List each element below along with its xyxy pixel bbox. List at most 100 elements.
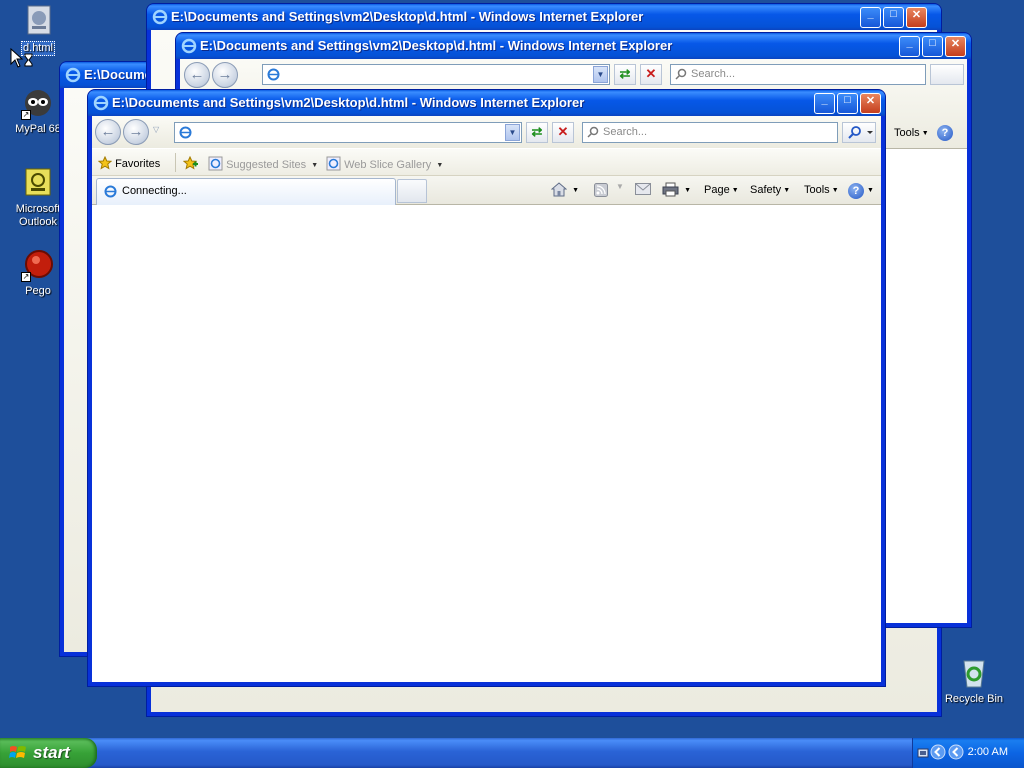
home-icon [550, 182, 568, 197]
home-button[interactable]: ▼ [550, 182, 579, 200]
window-title: E:\Documents and Settings\vm2\Desktop\d.… [171, 9, 644, 24]
ie-logo-icon [152, 9, 168, 25]
safety-menu-label: Safety [750, 184, 782, 196]
title-bar[interactable]: E:\Documents and Settings\vm2\Desktop\d.… [88, 90, 885, 116]
network-tray-icon[interactable] [917, 747, 929, 762]
maximize-button[interactable]: □ [883, 7, 904, 28]
ie-page-icon [178, 125, 193, 140]
refresh-button[interactable]: ⇄ [614, 64, 636, 85]
print-button[interactable]: ▼ [662, 182, 691, 200]
ie-logo-icon [65, 67, 81, 83]
web-slice-gallery-label: Web Slice Gallery [344, 159, 432, 171]
mail-icon [635, 183, 651, 195]
chevron-down-icon: ▼ [572, 187, 579, 194]
ie-window-active[interactable]: E:\Documents and Settings\vm2\Desktop\d.… [88, 90, 885, 686]
ie-page-icon [266, 67, 281, 82]
address-bar[interactable]: ▼ [174, 122, 522, 143]
forward-button[interactable]: → [123, 119, 149, 145]
favorites-label: Favorites [115, 158, 161, 170]
feeds-button[interactable] [594, 183, 608, 200]
address-dropdown-button[interactable]: ▼ [593, 66, 608, 83]
back-button[interactable]: ← [95, 119, 121, 145]
desktop-icon-label: MyPal 68 [15, 123, 61, 135]
tools-menu-label: Tools [804, 184, 830, 196]
search-input[interactable]: Search... [582, 122, 838, 143]
ie-page-icon [208, 156, 223, 171]
show-hidden-icons-icon[interactable] [948, 744, 964, 763]
search-placeholder: Search... [603, 126, 648, 138]
minimize-button[interactable]: _ [814, 93, 835, 114]
search-placeholder: Search... [691, 68, 736, 80]
add-to-favorites-bar-button[interactable] [182, 155, 199, 170]
back-button[interactable]: ← [184, 62, 210, 88]
page-menu[interactable]: Page ▼ [704, 184, 739, 196]
chevron-down-icon: ▼ [831, 187, 839, 194]
html-file-icon [21, 4, 55, 38]
read-mail-button[interactable] [635, 183, 651, 198]
tools-menu[interactable]: Tools ▼ [894, 127, 929, 139]
chevron-down-icon: ▼ [921, 130, 929, 137]
taskbar: start 2:00 AM [0, 738, 1024, 768]
shortcut-arrow-icon: ↗ [21, 110, 31, 120]
search-go-button[interactable] [930, 64, 964, 85]
start-label: start [33, 743, 70, 762]
window-title: E:\Documents and Settings\vm2\Desktop\d.… [112, 95, 585, 110]
feeds-dropdown-icon[interactable]: ▼ [616, 182, 624, 191]
ie-logo-icon [93, 95, 109, 111]
add-favorite-star-icon [182, 155, 198, 170]
search-input[interactable]: Search... [670, 64, 926, 85]
close-button[interactable]: ✕ [860, 93, 881, 114]
safety-menu[interactable]: Safety ▼ [750, 184, 790, 196]
maximize-button[interactable]: □ [922, 36, 943, 57]
minimize-button[interactable]: _ [860, 7, 881, 28]
desktop: d.html ↗ MyPal 68 Microsoft Outlook ↗ Pe… [0, 0, 1024, 738]
rss-feed-icon [594, 183, 608, 197]
chevron-down-icon: ▼ [783, 187, 791, 194]
web-slice-gallery-link[interactable]: Web Slice Gallery ▼ [326, 156, 443, 174]
page-menu-label: Page [704, 184, 730, 196]
favorites-button[interactable]: Favorites [97, 155, 161, 170]
address-bar[interactable]: ▼ [262, 64, 610, 85]
start-button[interactable]: start [0, 738, 97, 768]
close-button[interactable]: ✕ [945, 36, 966, 57]
favorites-bar: Favorites Suggested Sites ▼ Web Slice Ga… [92, 148, 881, 176]
refresh-button[interactable]: ⇄ [526, 122, 548, 143]
title-bar[interactable]: E:\Documents and Settings\vm2\Desktop\d.… [176, 33, 971, 59]
maximize-button[interactable]: □ [837, 93, 858, 114]
title-bar[interactable]: E:\Documents and Settings\vm2\Desktop\d.… [147, 4, 941, 30]
recent-pages-dropdown-icon[interactable]: ▽ [153, 125, 159, 134]
window-title: E:\Documents and Settings\vm2\Desktop\d.… [200, 38, 673, 53]
window-title: E:\Docume [84, 67, 152, 82]
suggested-sites-label: Suggested Sites [226, 159, 307, 171]
help-dropdown-icon[interactable]: ▼ [867, 187, 874, 194]
desktop-icon-label: Pego [25, 285, 51, 297]
forward-button[interactable]: → [212, 62, 238, 88]
star-icon [97, 155, 113, 170]
desktop-icon-recycle-bin[interactable]: Recycle Bin [936, 656, 1012, 706]
search-icon [675, 68, 687, 80]
chevron-down-icon: ▼ [731, 187, 739, 194]
search-go-button[interactable] [842, 122, 876, 143]
clock[interactable]: 2:00 AM [968, 746, 1008, 758]
tools-label: Tools [894, 127, 920, 139]
stop-button[interactable]: ✕ [552, 122, 574, 143]
chevron-down-icon: ▼ [311, 162, 319, 169]
tray-arrow-icon[interactable] [930, 744, 946, 763]
tools-menu[interactable]: Tools ▼ [804, 184, 839, 196]
tab-connecting[interactable]: Connecting... [96, 178, 396, 205]
tab-label: Connecting... [122, 185, 187, 197]
address-dropdown-button[interactable]: ▼ [505, 124, 520, 141]
minimize-button[interactable]: _ [899, 36, 920, 57]
window-client: ← → ▽ ▼ ⇄ ✕ Search... Favorites Suggeste… [92, 116, 881, 682]
new-tab-button[interactable] [397, 179, 427, 203]
navigation-bar: ← → ▽ ▼ ⇄ ✕ Search... [92, 116, 881, 148]
help-icon[interactable]: ? [937, 125, 953, 141]
stop-button[interactable]: ✕ [640, 64, 662, 85]
page-content[interactable] [92, 206, 881, 682]
help-icon[interactable]: ? [848, 183, 864, 199]
close-button[interactable]: ✕ [906, 7, 927, 28]
search-icon [587, 126, 599, 138]
desktop-icon-label: Recycle Bin [944, 693, 1004, 705]
recycle-bin-icon [957, 656, 991, 690]
suggested-sites-link[interactable]: Suggested Sites ▼ [208, 156, 318, 174]
